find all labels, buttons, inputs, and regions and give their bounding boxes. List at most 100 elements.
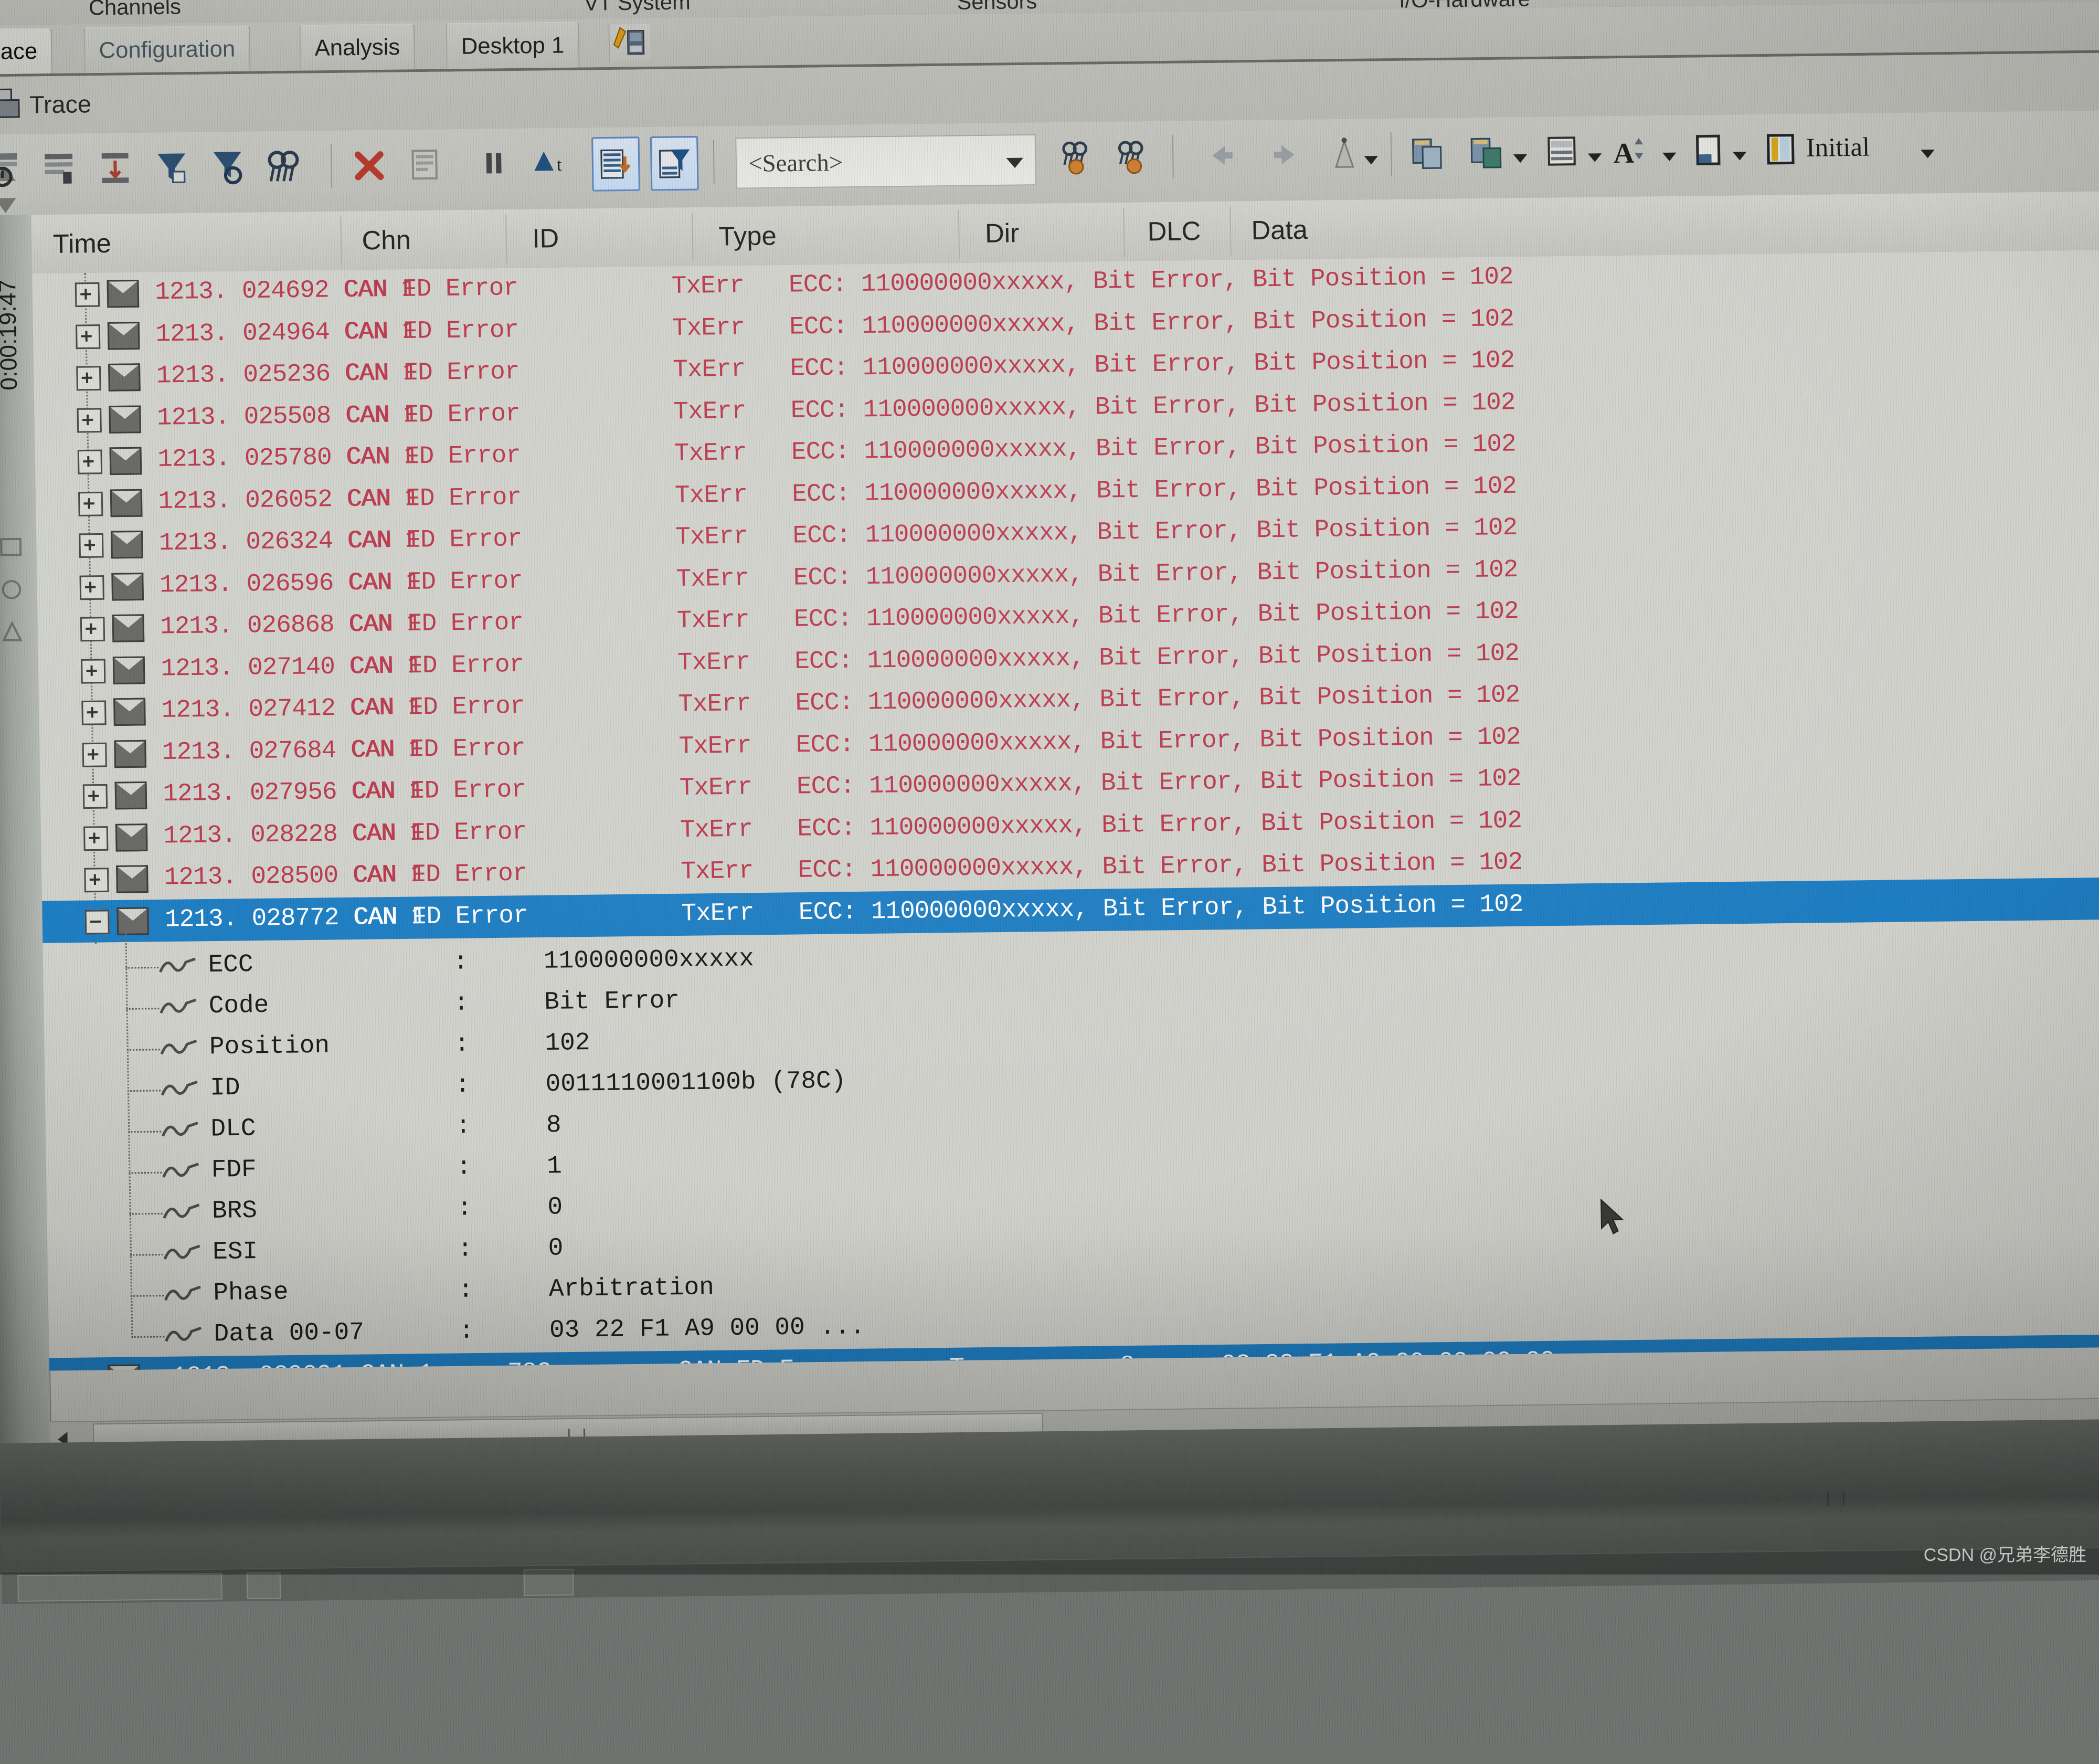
trace-window-icon — [0, 88, 21, 120]
tab-analysis[interactable]: Analysis — [300, 24, 416, 71]
cell-dir: TxErr — [673, 355, 746, 384]
cell-type: CAN FD Error — [347, 483, 521, 514]
font-settings-icon[interactable]: A — [1609, 125, 1655, 176]
expand-row-icon[interactable] — [79, 533, 103, 558]
column-divider[interactable] — [1123, 208, 1125, 257]
scroll-to-latest-icon[interactable] — [591, 136, 640, 192]
column-header-dlc[interactable]: DLC — [1147, 216, 1201, 247]
nav-back-icon[interactable] — [1199, 130, 1244, 181]
expand-row-icon[interactable] — [78, 491, 103, 516]
display-mode-dropdown-caret-icon[interactable] — [1921, 150, 1935, 159]
filter-icon[interactable] — [150, 142, 195, 193]
layout-split-icon[interactable] — [1465, 126, 1511, 178]
list-style-dropdown-caret-icon[interactable] — [1588, 153, 1602, 162]
signal-wave-icon — [160, 1038, 198, 1059]
layout-columns-icon[interactable] — [1406, 128, 1452, 179]
column-divider[interactable] — [505, 215, 507, 263]
column-divider[interactable] — [958, 210, 960, 259]
font-settings-dropdown-caret-icon[interactable] — [1662, 153, 1677, 162]
cell-data: ECC: 110000000xxxxx, Bit Error, Bit Posi… — [796, 723, 1520, 759]
taskbar-item[interactable] — [247, 1572, 281, 1599]
find-prev-icon[interactable] — [1055, 131, 1100, 183]
gutter-up-arrow-icon[interactable] — [0, 163, 19, 187]
column-header-dir[interactable]: Dir — [985, 217, 1020, 249]
tree-dash — [131, 1295, 164, 1297]
display-mode-icon[interactable] — [1758, 123, 1804, 175]
taskbar-item[interactable] — [17, 1573, 222, 1602]
cell-data: ECC: 110000000xxxxx, Bit Error, Bit Posi… — [798, 849, 1522, 885]
tab-trace[interactable]: Trace — [0, 28, 52, 75]
column-divider[interactable] — [1229, 207, 1231, 256]
trace-grid[interactable]: 1213. 024692 CAN 1CAN FD ErrorTxErrECC: … — [32, 250, 2099, 1371]
expand-row-icon[interactable] — [83, 826, 108, 851]
signal-wave-icon — [162, 1161, 200, 1182]
ribbon-group-sensors: Sensors — [957, 0, 1037, 15]
message-envelope-icon — [108, 322, 140, 350]
column-divider[interactable] — [692, 213, 693, 261]
expand-row-icon[interactable] — [75, 282, 100, 307]
expand-row-icon[interactable] — [77, 408, 101, 432]
gutter-clock-icon[interactable] — [0, 577, 26, 602]
tab-new-desktop-button[interactable] — [608, 24, 650, 62]
cell-data: ECC: 110000000xxxxx, Bit Error, Bit Posi… — [790, 388, 1515, 425]
signal-wave-icon — [164, 1284, 202, 1305]
expand-row-icon[interactable] — [81, 701, 106, 725]
detail-label: Code — [208, 991, 269, 1020]
cell-data: ECC: 110000000xxxxx, Bit Error, Bit Posi… — [794, 598, 1519, 634]
status-resize-grip-icon[interactable] — [1827, 1492, 1844, 1506]
search-input[interactable]: <Search> — [735, 134, 1036, 189]
export-rows-icon[interactable] — [93, 142, 139, 194]
expand-row-icon[interactable] — [83, 784, 108, 809]
column-divider[interactable] — [340, 217, 342, 266]
column-header-data[interactable]: Data — [1251, 214, 1308, 246]
tab-desktop-1[interactable]: Desktop 1 — [446, 22, 580, 69]
expand-row-icon[interactable] — [84, 868, 109, 892]
gutter-bus-statistics-icon[interactable] — [0, 535, 25, 559]
expand-row-icon[interactable] — [82, 742, 107, 767]
window-dock-dropdown-caret-icon[interactable] — [1733, 152, 1747, 161]
detail-value: 0011110001100b (78C) — [545, 1067, 846, 1098]
gutter-marker-icon[interactable] — [0, 620, 26, 645]
nav-forward-icon[interactable] — [1263, 129, 1308, 181]
column-header-chn[interactable]: Chn — [362, 225, 411, 256]
clear-window-icon[interactable] — [402, 139, 448, 190]
cell-dir: TxErr — [680, 816, 753, 844]
expand-row-icon[interactable] — [81, 659, 105, 683]
find-icon[interactable] — [261, 140, 307, 192]
expand-row-icon[interactable] — [78, 450, 102, 474]
collapse-row-icon[interactable] — [85, 910, 110, 934]
column-header-time[interactable]: Time — [53, 228, 112, 259]
copy-rows-icon[interactable] — [38, 143, 83, 194]
pause-icon[interactable] — [472, 138, 517, 189]
list-style-icon[interactable] — [1540, 126, 1585, 177]
expand-row-icon[interactable] — [76, 366, 101, 390]
signal-wave-icon — [160, 997, 197, 1018]
column-filter-icon[interactable] — [650, 136, 699, 191]
marker-icon[interactable] — [1321, 129, 1367, 180]
delta-time-icon[interactable]: t — [527, 138, 573, 189]
detail-colon: : — [454, 1030, 470, 1059]
detail-value: 0 — [548, 1234, 563, 1263]
layout-split-dropdown-caret-icon[interactable] — [1513, 154, 1528, 163]
clear-icon[interactable] — [346, 140, 392, 191]
gutter-down-arrow-icon[interactable] — [0, 192, 19, 216]
cell-dir: TxErr — [676, 565, 749, 594]
marker-dropdown-caret-icon[interactable] — [1364, 156, 1379, 165]
message-envelope-icon — [109, 405, 141, 433]
expand-row-icon[interactable] — [79, 575, 104, 600]
cell-data: ECC: 110000000xxxxx, Bit Error, Bit Posi… — [790, 347, 1514, 383]
message-envelope-icon — [111, 573, 144, 600]
monitor-photo: Channels VT System Sensors I/O-Hardware … — [0, 0, 2099, 1575]
detail-value: Bit Error — [544, 987, 680, 1017]
tree-dash — [128, 1090, 161, 1092]
taskbar-item[interactable] — [523, 1569, 574, 1596]
expand-row-icon[interactable] — [76, 324, 100, 349]
search-dropdown-caret-icon[interactable] — [1006, 158, 1024, 168]
expand-row-icon[interactable] — [80, 617, 105, 641]
column-header-id[interactable]: ID — [532, 223, 559, 253]
filter-stop-icon[interactable] — [205, 141, 251, 193]
tab-configuration[interactable]: Configuration — [83, 25, 250, 73]
find-next-icon[interactable] — [1111, 131, 1157, 182]
column-header-type[interactable]: Type — [718, 220, 777, 252]
window-dock-icon[interactable] — [1686, 124, 1732, 176]
